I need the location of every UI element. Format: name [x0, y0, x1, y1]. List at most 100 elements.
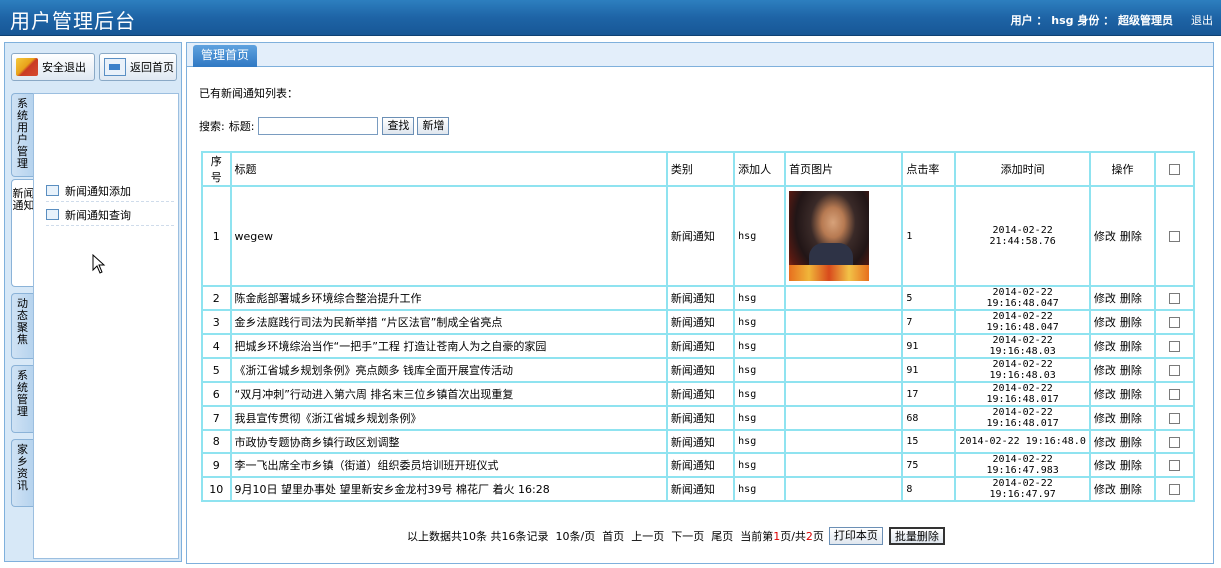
- cell-select[interactable]: [1154, 285, 1195, 311]
- cell-time: 2014-02-22 19:16:48.0: [954, 428, 1091, 455]
- cell-image: [784, 381, 904, 407]
- pager-prev[interactable]: 上一页: [631, 528, 664, 544]
- tab-label: 系统管理: [17, 369, 28, 418]
- cell-user: hsg: [733, 452, 787, 479]
- pagination: 以上数据共10条 共16条记录 10条/页 首页 上一页 下一页 尾页 当前第1…: [407, 527, 948, 545]
- cell-user: hsg: [733, 185, 787, 287]
- cell-time: 2014-02-22 19:16:47.97: [954, 476, 1091, 503]
- delete-link[interactable]: 删除: [1120, 316, 1142, 329]
- table-row: 2 陈金彪部署城乡环境综合整治提升工作 新闻通知 hsg 5 2014-02-22 19:…: [201, 285, 1195, 311]
- menu-news-add[interactable]: 新闻通知添加: [46, 180, 174, 202]
- title-search-input[interactable]: [258, 117, 379, 135]
- cell-hits: 17: [901, 381, 957, 407]
- cell-select[interactable]: [1154, 333, 1195, 359]
- cell-select[interactable]: [1154, 381, 1195, 407]
- cell-title: 《浙江省城乡规划条例》亮点颇多 钱库全面开展宣传活动: [229, 357, 668, 383]
- table-row: 3 金乡法庭践行司法为民新举措 “片区法官”制成全省亮点 新闻通知 hsg 7 2014-…: [201, 309, 1195, 335]
- delete-link[interactable]: 删除: [1120, 483, 1142, 496]
- delete-link[interactable]: 删除: [1120, 436, 1142, 449]
- delete-link[interactable]: 删除: [1120, 388, 1142, 401]
- row-checkbox[interactable]: [1169, 231, 1181, 242]
- find-button[interactable]: 查找: [382, 117, 415, 135]
- edit-link[interactable]: 修改: [1094, 316, 1116, 329]
- cell-category: 新闻通知: [665, 357, 736, 383]
- edit-link[interactable]: 修改: [1094, 364, 1116, 377]
- menu-news-query[interactable]: 新闻通知查询: [46, 204, 174, 226]
- sidebar: 安全退出 返回首页 系统用户管理 新闻通知 动态聚焦 系统管理 家乡资讯 新闻通…: [4, 42, 182, 562]
- delete-link[interactable]: 删除: [1120, 340, 1142, 353]
- edit-link[interactable]: 修改: [1094, 230, 1116, 243]
- batch-delete-button[interactable]: 批量删除: [888, 527, 945, 545]
- logout-link[interactable]: 退出: [1191, 12, 1213, 28]
- cell-user: hsg: [733, 405, 787, 431]
- col-select-all[interactable]: [1154, 151, 1195, 187]
- back-home-button[interactable]: 返回首页: [99, 53, 177, 81]
- select-all-checkbox[interactable]: [1169, 164, 1181, 175]
- edit-link[interactable]: 修改: [1094, 412, 1116, 425]
- cell-image: [784, 185, 904, 287]
- row-checkbox[interactable]: [1169, 413, 1181, 424]
- edit-link[interactable]: 修改: [1094, 436, 1116, 449]
- tab-news[interactable]: 新闻通知: [11, 179, 35, 287]
- cell-user: hsg: [733, 476, 787, 503]
- pager-next[interactable]: 下一页: [671, 528, 704, 544]
- cell-operation: 修改 删除: [1088, 428, 1157, 455]
- pager-last[interactable]: 尾页: [711, 528, 733, 544]
- tab-admin-home[interactable]: 管理首页: [193, 45, 258, 67]
- cell-select[interactable]: [1154, 185, 1195, 287]
- tab-system-management[interactable]: 系统管理: [11, 365, 33, 433]
- row-checkbox[interactable]: [1169, 293, 1181, 304]
- pager-first[interactable]: 首页: [602, 528, 624, 544]
- cell-hits: 1: [901, 185, 957, 287]
- row-checkbox[interactable]: [1169, 436, 1181, 448]
- delete-link[interactable]: 删除: [1120, 459, 1142, 472]
- cell-title: 把城乡环境综治当作“一把手”工程 打造让苍南人为之自豪的家园: [229, 333, 668, 359]
- cell-select[interactable]: [1154, 428, 1195, 455]
- safe-exit-button[interactable]: 安全退出: [11, 53, 95, 81]
- cell-image: [784, 428, 904, 455]
- cell-operation: 修改 删除: [1088, 333, 1157, 359]
- table-row: 8 市政协专题协商乡镇行政区划调整 新闻通知 hsg 15 2014-02-22 19:1…: [201, 428, 1195, 455]
- delete-link[interactable]: 删除: [1120, 230, 1142, 243]
- row-checkbox[interactable]: [1169, 317, 1181, 328]
- tab-dynamic-focus[interactable]: 动态聚焦: [11, 293, 33, 359]
- col-hits: 点击率: [901, 151, 957, 187]
- app-title: 用户管理后台: [10, 9, 136, 33]
- cell-hits: 7: [901, 309, 957, 335]
- table-row: 6 “双月冲刺”行动进入第六周 排名末三位乡镇首次出现重复 新闻通知 hsg 17 201…: [201, 381, 1195, 407]
- edit-link[interactable]: 修改: [1094, 388, 1116, 401]
- edit-link[interactable]: 修改: [1094, 459, 1116, 472]
- pager-text: 当前第: [740, 530, 774, 543]
- edit-link[interactable]: 修改: [1094, 483, 1116, 496]
- cell-select[interactable]: [1154, 405, 1195, 431]
- main-tab-bar: 管理首页: [187, 43, 1213, 67]
- col-title: 标题: [229, 151, 668, 187]
- add-button[interactable]: 新增: [417, 117, 450, 135]
- search-label: 搜索:: [199, 120, 225, 133]
- cell-category: 新闻通知: [665, 452, 736, 479]
- print-page-button[interactable]: 打印本页: [828, 527, 883, 545]
- row-checkbox[interactable]: [1169, 484, 1181, 496]
- cell-select[interactable]: [1154, 452, 1195, 479]
- row-checkbox[interactable]: [1169, 365, 1181, 376]
- row-checkbox[interactable]: [1169, 460, 1181, 472]
- edit-link[interactable]: 修改: [1094, 340, 1116, 353]
- tab-hometown-info[interactable]: 家乡资讯: [11, 439, 33, 507]
- cell-title: 陈金彪部署城乡环境综合整治提升工作: [229, 285, 668, 311]
- cell-select[interactable]: [1154, 357, 1195, 383]
- row-checkbox[interactable]: [1169, 389, 1181, 400]
- edit-link[interactable]: 修改: [1094, 292, 1116, 305]
- cell-no: 4: [201, 333, 232, 359]
- cell-image: [784, 285, 904, 311]
- delete-link[interactable]: 删除: [1120, 364, 1142, 377]
- cell-select[interactable]: [1154, 309, 1195, 335]
- pager-total-pages: 2: [805, 530, 813, 543]
- list-icon: [46, 209, 59, 220]
- cell-user: hsg: [733, 381, 787, 407]
- delete-link[interactable]: 删除: [1120, 412, 1142, 425]
- cell-select[interactable]: [1154, 476, 1195, 503]
- row-checkbox[interactable]: [1169, 341, 1181, 352]
- cell-user: hsg: [733, 333, 787, 359]
- delete-link[interactable]: 删除: [1120, 292, 1142, 305]
- tab-system-users[interactable]: 系统用户管理: [11, 93, 33, 177]
